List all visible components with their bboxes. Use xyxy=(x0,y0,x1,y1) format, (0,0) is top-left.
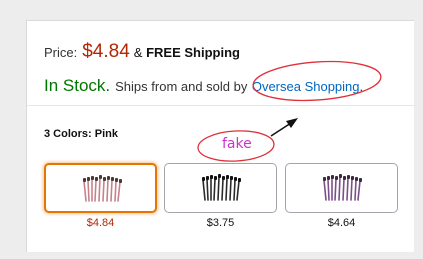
color-count-label: 3 Colors: xyxy=(44,128,92,140)
selected-color-name: Pink xyxy=(94,128,118,140)
shipping-prefix: & xyxy=(133,45,143,60)
price-row: Price: $4.84 & FREE Shipping xyxy=(44,41,240,63)
color-swatch-pink[interactable] xyxy=(44,163,157,213)
color-variation-heading: 3 Colors: Pink xyxy=(44,128,118,140)
price-value: $4.84 xyxy=(82,41,130,62)
shipping-info: & FREE Shipping xyxy=(134,45,240,60)
free-shipping-label: FREE Shipping xyxy=(146,45,240,60)
stock-period: . xyxy=(359,79,364,94)
ships-from-text: Ships from and sold by xyxy=(115,79,248,94)
buy-box: Price: $4.84 & FREE Shipping In Stock. S… xyxy=(26,20,415,252)
brush-set-image xyxy=(323,174,362,201)
divider xyxy=(27,105,415,106)
availability-row: In Stock. Ships from and sold by Oversea… xyxy=(44,76,363,96)
stock-status: In Stock. xyxy=(44,76,111,95)
color-swatch-purple[interactable] xyxy=(285,163,398,213)
swatch-price: $4.64 xyxy=(327,217,356,229)
brush-set-image xyxy=(83,175,122,202)
annotation-label: fake xyxy=(222,136,252,152)
brush-set-image xyxy=(202,174,241,201)
color-swatch-black[interactable] xyxy=(164,163,277,213)
swatch-price: $4.84 xyxy=(86,217,115,229)
seller-link[interactable]: Oversea Shopping xyxy=(252,79,360,94)
price-label: Price: xyxy=(44,45,78,60)
swatch-price: $3.75 xyxy=(206,217,235,229)
